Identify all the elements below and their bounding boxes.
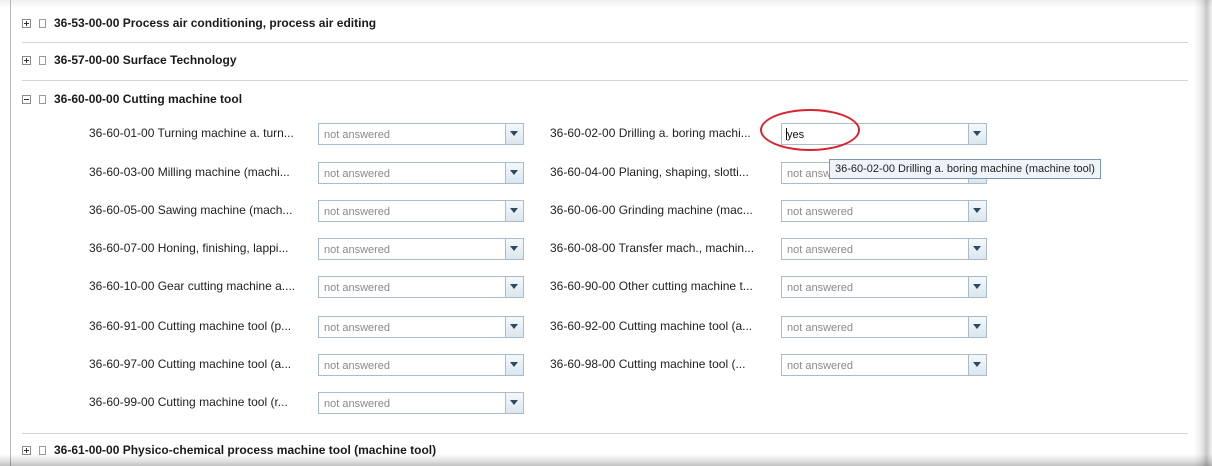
section-header[interactable]: 36-57-00-00 Surface Technology [22, 49, 1188, 71]
torn-edge-right [1194, 0, 1212, 466]
expand-icon[interactable] [22, 55, 31, 65]
chevron-down-icon [973, 131, 981, 136]
chevron-down-icon [510, 131, 518, 136]
field-label: 36-60-03-00 Milling machine (machi... [89, 165, 290, 179]
collapse-icon[interactable] [22, 94, 31, 104]
answer-select[interactable]: not answered [781, 238, 987, 260]
select-value: not answered [324, 244, 391, 256]
field-label: 36-60-90-00 Other cutting machine t... [550, 279, 753, 293]
field-label: 36-60-97-00 Cutting machine tool (a... [89, 357, 292, 371]
document-icon [39, 55, 46, 65]
select-value: not answered [787, 322, 854, 334]
section-header[interactable]: 36-60-00-00 Cutting machine tool [22, 88, 1188, 110]
dropdown-button[interactable] [968, 239, 986, 259]
answer-select[interactable]: not answered [781, 316, 987, 338]
select-value: not answered [324, 129, 391, 141]
section-title: 36-60-00-00 Cutting machine tool [54, 92, 243, 106]
chevron-down-icon [510, 362, 518, 367]
select-value: not answered [787, 206, 854, 218]
dropdown-button[interactable] [968, 201, 986, 221]
field-label: 36-60-06-00 Grinding machine (mac... [550, 203, 753, 217]
torn-edge-bottom [0, 454, 1212, 466]
section-surface-technology[interactable]: 36-57-00-00 Surface Technology [22, 49, 1188, 71]
dropdown-button[interactable] [505, 124, 523, 144]
answer-select[interactable]: not answered [318, 200, 524, 222]
select-value: not answered [324, 398, 391, 410]
field-label: 36-60-91-00 Cutting machine tool (p... [89, 319, 292, 333]
section-header[interactable]: 36-53-00-00 Process air conditioning, pr… [22, 12, 1188, 34]
chevron-down-icon [510, 400, 518, 405]
section-divider [22, 80, 1188, 81]
select-value: not answered [324, 360, 391, 372]
chevron-down-icon [510, 284, 518, 289]
section-title: 36-57-00-00 Surface Technology [54, 53, 237, 67]
dropdown-button[interactable] [505, 163, 523, 183]
document-icon [39, 18, 46, 28]
field-label: 36-60-01-00 Turning machine a. turn... [89, 126, 294, 140]
field-label: 36-60-98-00 Cutting machine tool (... [550, 357, 746, 371]
select-value: not answered [787, 244, 854, 256]
section-process-air[interactable]: 36-53-00-00 Process air conditioning, pr… [22, 12, 1188, 34]
annotation-ellipse [760, 109, 860, 151]
field-label: 36-60-92-00 Cutting machine tool (a... [550, 319, 753, 333]
chevron-down-icon [510, 208, 518, 213]
field-label: 36-60-04-00 Planing, shaping, slotti... [550, 165, 749, 179]
chevron-down-icon [510, 324, 518, 329]
panel-left-border [10, 0, 11, 466]
field-label: 36-60-10-00 Gear cutting machine a.... [89, 279, 296, 293]
answer-select[interactable]: not answered [781, 200, 987, 222]
section-divider [22, 433, 1188, 434]
answer-select[interactable]: not answered [318, 238, 524, 260]
answer-select[interactable]: not answered [781, 354, 987, 376]
chevron-down-icon [973, 246, 981, 251]
dropdown-button[interactable] [505, 355, 523, 375]
chevron-down-icon [973, 362, 981, 367]
field-label: 36-60-99-00 Cutting machine tool (r... [89, 395, 288, 409]
section-cutting-machine-tool[interactable]: 36-60-00-00 Cutting machine tool [22, 88, 1188, 110]
dropdown-button[interactable] [968, 124, 986, 144]
field-label: 36-60-02-00 Drilling a. boring machi... [550, 126, 751, 140]
select-value: not answered [324, 168, 391, 180]
chevron-down-icon [510, 246, 518, 251]
answer-select[interactable]: not answered [318, 316, 524, 338]
torn-edge-top [0, 0, 1212, 8]
select-value: not answered [324, 206, 391, 218]
dropdown-button[interactable] [968, 317, 986, 337]
dropdown-button[interactable] [505, 317, 523, 337]
expand-icon[interactable] [22, 18, 31, 28]
dropdown-button[interactable] [968, 277, 986, 297]
section-title: 36-53-00-00 Process air conditioning, pr… [54, 16, 377, 30]
chevron-down-icon [510, 170, 518, 175]
answer-select[interactable]: not answered [318, 162, 524, 184]
answer-select[interactable]: not answered [318, 276, 524, 298]
section-divider [22, 42, 1188, 43]
dropdown-button[interactable] [505, 277, 523, 297]
select-value: not answered [787, 282, 854, 294]
answer-select[interactable]: not answered [318, 354, 524, 376]
answer-select[interactable]: not answered [781, 276, 987, 298]
select-value: not answered [787, 360, 854, 372]
field-label: 36-60-08-00 Transfer mach., machin... [550, 241, 755, 255]
answer-select[interactable]: not answered [318, 123, 524, 145]
tooltip: 36-60-02-00 Drilling a. boring machine (… [829, 159, 1101, 179]
dropdown-button[interactable] [505, 393, 523, 413]
field-label: 36-60-07-00 Honing, finishing, lappi... [89, 241, 289, 255]
field-label: 36-60-05-00 Sawing machine (mach... [89, 203, 293, 217]
select-value: not answered [324, 322, 391, 334]
chevron-down-icon [973, 284, 981, 289]
dropdown-button[interactable] [505, 201, 523, 221]
dropdown-button[interactable] [505, 239, 523, 259]
answer-select[interactable]: not answered [318, 392, 524, 414]
dropdown-button[interactable] [968, 355, 986, 375]
document-icon [39, 94, 46, 104]
chevron-down-icon [973, 208, 981, 213]
select-value: not answered [324, 282, 391, 294]
chevron-down-icon [973, 324, 981, 329]
